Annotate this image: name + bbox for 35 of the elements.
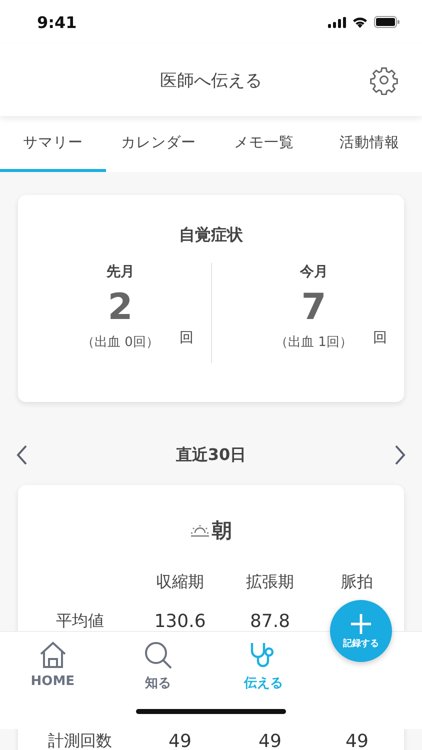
bleeding-note: （出血 1回） — [275, 334, 352, 351]
table-cell-text: 130.6 — [153, 611, 207, 632]
table-cell-text: 49 — [258, 732, 282, 750]
count-value: 7 — [301, 286, 326, 330]
card-title: 朝 — [212, 517, 232, 544]
card-title: 自覚症状 — [178, 225, 244, 246]
count-unit: 回 — [179, 329, 194, 347]
screen-title: 医師へ伝える — [160, 70, 262, 92]
table-cell-text: 87.8 — [248, 611, 292, 632]
signal-icon — [328, 16, 346, 28]
sunrise-icon — [190, 524, 210, 538]
home-icon — [38, 640, 68, 670]
wifi-icon — [352, 16, 368, 28]
count-unit: 回 — [372, 329, 387, 347]
row-label: 平均値 — [55, 611, 105, 632]
search-icon — [142, 640, 173, 670]
row-label: 計測回数 — [47, 732, 113, 750]
column-header: 脈拍 — [340, 572, 374, 593]
column-header: 収縮期 — [155, 572, 205, 593]
next-icon[interactable] — [392, 444, 407, 466]
nav-item[interactable]: 知る — [105, 632, 211, 692]
period-label: 直近30日 — [176, 444, 246, 466]
column-header: 拡張期 — [245, 572, 295, 593]
period-label: 今月 — [300, 263, 328, 281]
table-cell-text: 49 — [168, 732, 192, 750]
status-time: 9:41 — [37, 12, 77, 32]
plus-icon — [350, 612, 372, 634]
battery-icon — [374, 16, 400, 28]
previous-icon[interactable] — [15, 444, 29, 466]
nav-item[interactable]: HOME — [0, 632, 106, 692]
period-label: 先月 — [106, 263, 134, 281]
bleeding-note: （出血 0回） — [82, 334, 159, 351]
settings-icon[interactable] — [369, 65, 399, 95]
table-cell-text: 49 — [344, 732, 370, 750]
count-value: 2 — [108, 286, 133, 330]
